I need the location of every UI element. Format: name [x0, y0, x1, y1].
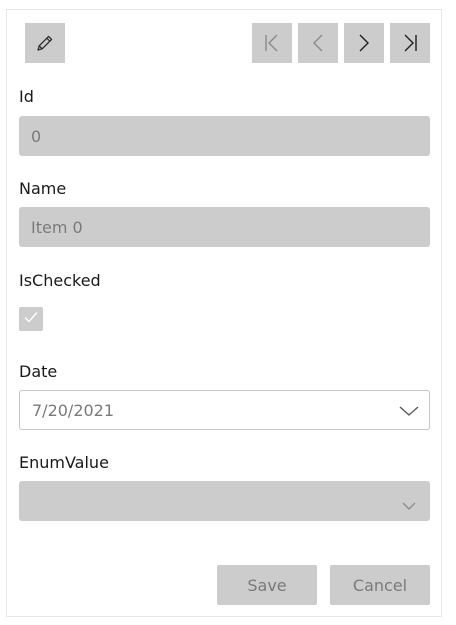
chevron-down-icon [401, 496, 417, 515]
date-picker[interactable]: 7/20/2021 [19, 390, 430, 430]
name-label: Name [19, 179, 67, 198]
pencil-icon [35, 33, 55, 53]
previous-record-button[interactable] [298, 23, 338, 63]
next-icon [353, 32, 375, 54]
next-record-button[interactable] [344, 23, 384, 63]
last-record-button[interactable] [390, 23, 430, 63]
enum-value-dropdown[interactable] [19, 481, 430, 521]
name-input[interactable] [19, 207, 430, 247]
checkmark-icon [23, 309, 39, 329]
date-label: Date [19, 362, 58, 381]
first-record-button[interactable] [252, 23, 292, 63]
cancel-button[interactable]: Cancel [330, 565, 430, 605]
data-form-panel [6, 9, 442, 617]
id-label: Id [19, 87, 34, 106]
last-page-icon [399, 32, 421, 54]
first-page-icon [261, 32, 283, 54]
is-checked-checkbox[interactable] [19, 307, 43, 331]
edit-button[interactable] [25, 23, 65, 63]
date-value: 7/20/2021 [32, 401, 115, 420]
is-checked-label: IsChecked [19, 271, 101, 290]
id-input[interactable] [19, 116, 430, 156]
save-button[interactable]: Save [217, 565, 317, 605]
enum-value-label: EnumValue [19, 453, 109, 472]
chevron-down-icon [398, 403, 420, 422]
previous-icon [307, 32, 329, 54]
